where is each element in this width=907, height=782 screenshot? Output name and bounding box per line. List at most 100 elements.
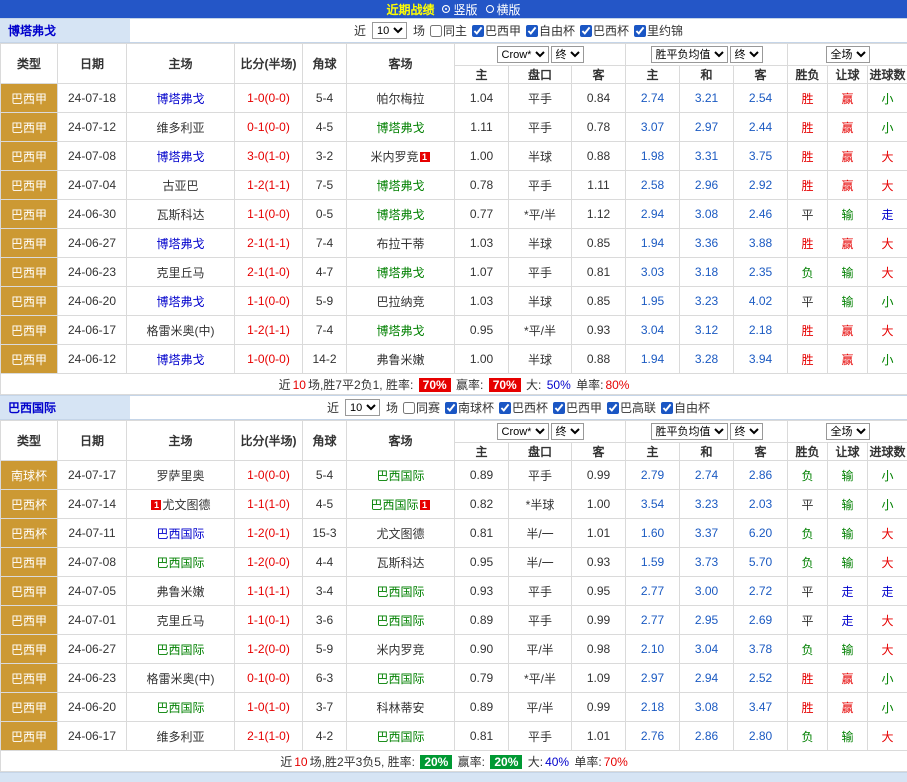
home-team-link[interactable]: 巴西国际 bbox=[156, 643, 204, 657]
filter-checkbox[interactable] bbox=[607, 402, 619, 414]
odds-final-select[interactable]: 终 bbox=[551, 46, 584, 63]
away-team-link[interactable]: 博塔弗戈 bbox=[376, 324, 424, 338]
filter-checkbox-label[interactable]: 巴西杯 bbox=[580, 22, 629, 39]
odds-final-select[interactable]: 终 bbox=[551, 423, 584, 440]
score-link[interactable]: 2-1(1-0) bbox=[235, 258, 303, 287]
filter-checkbox-label[interactable]: 巴西杯 bbox=[499, 399, 548, 416]
avg-odds-select[interactable]: 胜平负均值 bbox=[651, 423, 728, 440]
layout-radio-horizontal[interactable]: 横版 bbox=[486, 1, 521, 18]
score-link[interactable]: 3-0(1-0) bbox=[235, 142, 303, 171]
home-team-link[interactable]: 瓦斯科达 bbox=[156, 208, 204, 222]
score-link[interactable]: 1-1(0-0) bbox=[235, 200, 303, 229]
home-team-link[interactable]: 巴西国际 bbox=[156, 527, 204, 541]
score-link[interactable]: 1-1(1-0) bbox=[235, 490, 303, 519]
home-team-link[interactable]: 博塔弗戈 bbox=[156, 353, 204, 367]
match-count-select[interactable]: 10 bbox=[345, 399, 380, 416]
team-name[interactable]: 巴西国际 bbox=[0, 396, 130, 419]
filter-checkbox[interactable] bbox=[553, 402, 565, 414]
home-team-link[interactable]: 博塔弗戈 bbox=[156, 295, 204, 309]
home-team-link[interactable]: 克里丘马 bbox=[156, 614, 204, 628]
away-team-link[interactable]: 尤文图德 bbox=[376, 527, 424, 541]
score-link[interactable]: 1-1(0-1) bbox=[235, 606, 303, 635]
away-team-link[interactable]: 巴西国际 bbox=[376, 469, 424, 483]
home-team-link[interactable]: 弗鲁米嫩 bbox=[156, 585, 204, 599]
home-team-link[interactable]: 博塔弗戈 bbox=[156, 150, 204, 164]
filter-checkbox-label[interactable]: 自由杯 bbox=[526, 22, 575, 39]
score-link[interactable]: 2-1(1-0) bbox=[235, 722, 303, 751]
score-link[interactable]: 1-0(0-0) bbox=[235, 84, 303, 113]
away-team-link[interactable]: 博塔弗戈 bbox=[376, 179, 424, 193]
score-link[interactable]: 1-2(1-1) bbox=[235, 316, 303, 345]
away-team-link[interactable]: 巴西国际 bbox=[370, 498, 418, 512]
score-link[interactable]: 0-1(0-0) bbox=[235, 113, 303, 142]
away-team-link[interactable]: 科林蒂安 bbox=[376, 701, 424, 715]
filter-checkbox-label[interactable]: 巴西甲 bbox=[553, 399, 602, 416]
score-link[interactable]: 0-1(0-0) bbox=[235, 664, 303, 693]
filter-checkbox-label[interactable]: 里约锦 bbox=[634, 22, 683, 39]
score-link[interactable]: 1-2(1-1) bbox=[235, 171, 303, 200]
filter-checkbox[interactable] bbox=[580, 25, 592, 37]
filter-checkbox-label[interactable]: 同主 bbox=[430, 22, 467, 39]
score-link[interactable]: 1-1(1-1) bbox=[235, 577, 303, 606]
away-team-link[interactable]: 弗鲁米嫩 bbox=[376, 353, 424, 367]
away-team-link[interactable]: 巴西国际 bbox=[376, 672, 424, 686]
away-team-link[interactable]: 布拉干蒂 bbox=[376, 237, 424, 251]
score-link[interactable]: 1-0(1-0) bbox=[235, 693, 303, 722]
home-team-link[interactable]: 巴西国际 bbox=[156, 701, 204, 715]
avg-away: 3.75 bbox=[734, 142, 788, 171]
away-team-link[interactable]: 米内罗竞 bbox=[370, 150, 418, 164]
filter-checkbox[interactable] bbox=[661, 402, 673, 414]
filter-checkbox[interactable] bbox=[634, 25, 646, 37]
avg-odds-select[interactable]: 胜平负均值 bbox=[651, 46, 728, 63]
home-team-link[interactable]: 维多利亚 bbox=[156, 730, 204, 744]
score-link[interactable]: 2-1(1-1) bbox=[235, 229, 303, 258]
home-team-link[interactable]: 巴西国际 bbox=[156, 556, 204, 570]
filter-checkbox[interactable] bbox=[472, 25, 484, 37]
scope-select[interactable]: 全场 bbox=[826, 423, 870, 440]
odds-provider-select[interactable]: Crow* bbox=[497, 46, 549, 63]
odds-provider-select[interactable]: Crow* bbox=[497, 423, 549, 440]
scope-select[interactable]: 全场 bbox=[826, 46, 870, 63]
score-link[interactable]: 1-2(0-0) bbox=[235, 635, 303, 664]
score-link[interactable]: 1-2(0-0) bbox=[235, 548, 303, 577]
home-team-link[interactable]: 格雷米奥(中) bbox=[147, 324, 215, 338]
score-link[interactable]: 1-2(0-1) bbox=[235, 519, 303, 548]
filter-checkbox[interactable] bbox=[430, 25, 442, 37]
home-team-link[interactable]: 克里丘马 bbox=[156, 266, 204, 280]
layout-radio-vertical[interactable]: 竖版 bbox=[442, 1, 477, 18]
filter-checkbox[interactable] bbox=[526, 25, 538, 37]
away-team-link[interactable]: 巴拉纳竞 bbox=[376, 295, 424, 309]
score-link[interactable]: 1-0(0-0) bbox=[235, 345, 303, 374]
filter-checkbox-label[interactable]: 南球杯 bbox=[445, 399, 494, 416]
score-link[interactable]: 1-1(0-0) bbox=[235, 287, 303, 316]
home-team-link[interactable]: 罗萨里奥 bbox=[156, 469, 204, 483]
away-team-link[interactable]: 巴西国际 bbox=[376, 585, 424, 599]
home-team-link[interactable]: 格雷米奥(中) bbox=[147, 672, 215, 686]
filter-checkbox-label[interactable]: 自由杯 bbox=[661, 399, 710, 416]
avg-final-select[interactable]: 终 bbox=[730, 46, 763, 63]
home-team-link[interactable]: 博塔弗戈 bbox=[156, 237, 204, 251]
home-team-link[interactable]: 博塔弗戈 bbox=[156, 92, 204, 106]
score-link[interactable]: 1-0(0-0) bbox=[235, 461, 303, 490]
home-team-link[interactable]: 维多利亚 bbox=[156, 121, 204, 135]
match-count-select[interactable]: 10 bbox=[372, 22, 407, 39]
away-team-link[interactable]: 巴西国际 bbox=[376, 614, 424, 628]
filter-checkbox[interactable] bbox=[403, 402, 415, 414]
away-team-link[interactable]: 米内罗竞 bbox=[376, 643, 424, 657]
avg-final-select[interactable]: 终 bbox=[730, 423, 763, 440]
away-team-link[interactable]: 博塔弗戈 bbox=[376, 121, 424, 135]
avg-away: 3.88 bbox=[734, 229, 788, 258]
away-team-link[interactable]: 帕尔梅拉 bbox=[376, 92, 424, 106]
away-team-link[interactable]: 瓦斯科达 bbox=[376, 556, 424, 570]
away-team-link[interactable]: 博塔弗戈 bbox=[376, 266, 424, 280]
home-team-link[interactable]: 尤文图德 bbox=[162, 498, 210, 512]
away-team-link[interactable]: 巴西国际 bbox=[376, 730, 424, 744]
filter-checkbox-label[interactable]: 巴西甲 bbox=[472, 22, 521, 39]
filter-checkbox[interactable] bbox=[499, 402, 511, 414]
home-team-link[interactable]: 古亚巴 bbox=[162, 179, 198, 193]
filter-checkbox-label[interactable]: 同赛 bbox=[403, 399, 440, 416]
filter-checkbox-label[interactable]: 巴高联 bbox=[607, 399, 656, 416]
filter-checkbox[interactable] bbox=[445, 402, 457, 414]
team-name[interactable]: 博塔弗戈 bbox=[0, 19, 130, 42]
away-team-link[interactable]: 博塔弗戈 bbox=[376, 208, 424, 222]
